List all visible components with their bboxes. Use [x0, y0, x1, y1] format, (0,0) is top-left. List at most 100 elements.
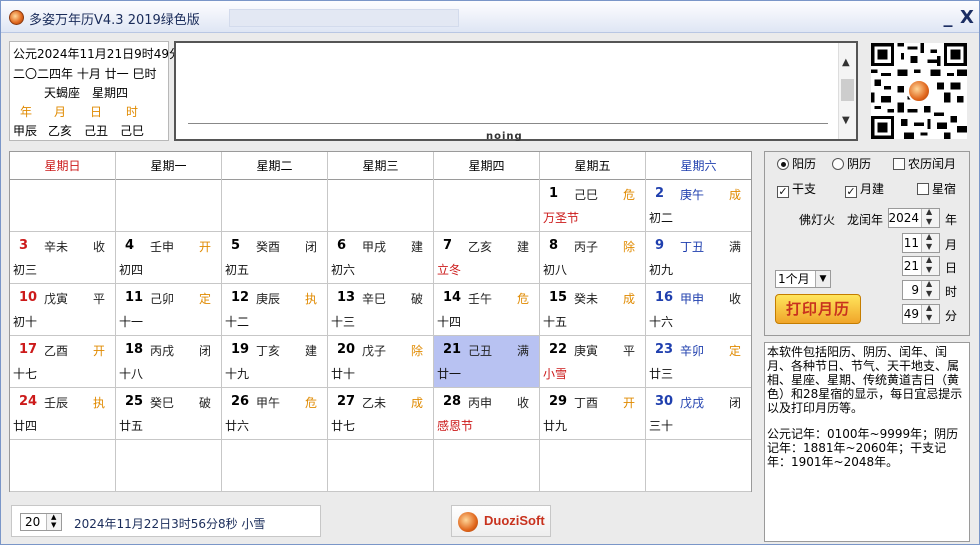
- spinner-arrows-icon[interactable]: ▲ ▼: [921, 303, 939, 323]
- scroll-up-icon[interactable]: ▲: [842, 57, 850, 68]
- day-ganzhi: 甲申: [680, 292, 705, 306]
- day-cell[interactable]: 26 甲午 危廿六: [222, 388, 328, 440]
- day-jianchu: 除: [622, 240, 635, 254]
- day-lunar-or-festival: 初六: [331, 263, 356, 277]
- day-cell[interactable]: 9 丁丑 满初九: [646, 232, 751, 284]
- print-calendar-button[interactable]: 打印月历: [775, 294, 861, 324]
- spinner-arrows-icon[interactable]: ▲ ▼: [921, 207, 939, 227]
- day-jianchu: 危: [622, 188, 635, 202]
- day-number: 17: [19, 342, 38, 357]
- ganzhi-checkbox[interactable]: ✓ 干支: [777, 180, 816, 198]
- day-lunar-or-festival: 初八: [543, 263, 568, 277]
- day-jianchu: 成: [728, 188, 741, 202]
- day-jianchu: 收: [728, 292, 741, 306]
- day-lunar-or-festival: 十六: [649, 315, 674, 329]
- day-cell[interactable]: 16 甲申 收十六: [646, 284, 751, 336]
- lunar-radio[interactable]: 阴历: [832, 155, 871, 172]
- day-jianchu: 破: [410, 292, 423, 306]
- day-jianchu: 平: [622, 344, 635, 358]
- lunar-leap-checkbox[interactable]: 农历闰月: [893, 155, 956, 172]
- day-cell[interactable]: 11 己卯 定十一: [116, 284, 222, 336]
- day-jianchu: 闭: [304, 240, 317, 254]
- stars-checkbox[interactable]: 星宿: [917, 180, 956, 197]
- day-number: 21: [443, 342, 462, 357]
- close-button[interactable]: X: [957, 7, 977, 29]
- day-cell[interactable]: 24 壬辰 执廿四: [10, 388, 116, 440]
- hour-spinner[interactable]: 9 ▲ ▼: [902, 279, 940, 300]
- day-cell[interactable]: 18 丙戌 闭十八: [116, 336, 222, 388]
- scroll-down-icon[interactable]: ▼: [842, 115, 850, 126]
- status-bar: 20 ▲ ▼ 2024年11月22日3时56分8秒 小雪: [11, 505, 321, 537]
- day-lunar-or-festival: 廿七: [331, 419, 356, 433]
- day-cell[interactable]: 2 庚午 成初二: [646, 180, 751, 232]
- day-lunar-or-festival: 初九: [649, 263, 674, 277]
- day-lunar-or-festival: 廿六: [225, 419, 250, 433]
- daily-note-textarea[interactable]: noing ▲ ▼: [174, 41, 858, 142]
- empty-day-cell: [222, 180, 328, 232]
- day-ganzhi: 丙子: [574, 240, 599, 254]
- day-cell[interactable]: 17 乙酉 开十七: [10, 336, 116, 388]
- day-cell[interactable]: 29 丁酉 开廿九: [540, 388, 646, 440]
- day-cell[interactable]: 20 戊子 除廿十: [328, 336, 434, 388]
- day-cell[interactable]: 25 癸巳 破廿五: [116, 388, 222, 440]
- day-cell[interactable]: 30 戊戌 闭三十: [646, 388, 751, 440]
- day-cell[interactable]: 7 乙亥 建立冬: [434, 232, 540, 284]
- solar-radio[interactable]: 阳历: [777, 155, 816, 172]
- day-cell[interactable]: 14 壬午 危十四: [434, 284, 540, 336]
- day-lunar-or-festival: 十八: [119, 367, 144, 381]
- spinner-arrows-icon[interactable]: ▲ ▼: [921, 232, 939, 252]
- day-cell[interactable]: 4 壬申 开初四: [116, 232, 222, 284]
- status-spinner[interactable]: 20 ▲ ▼: [20, 513, 62, 531]
- day-ganzhi: 辛卯: [680, 344, 705, 358]
- day-cell[interactable]: 28 丙申 收感恩节: [434, 388, 540, 440]
- day-ganzhi: 己丑: [468, 344, 493, 358]
- day-lunar-or-festival: 初五: [225, 263, 250, 277]
- year-spinner[interactable]: 2024 ▲ ▼: [888, 207, 940, 228]
- weekday-header-cell: 星期三: [328, 152, 434, 180]
- chevron-down-icon[interactable]: ▼: [815, 271, 830, 287]
- scroll-thumb[interactable]: [841, 79, 854, 101]
- day-cell[interactable]: 13 辛巳 破十三: [328, 284, 434, 336]
- day-cell[interactable]: 23 辛卯 定廿三: [646, 336, 751, 388]
- day-number: 24: [19, 394, 38, 409]
- day-cell[interactable]: 22 庚寅 平小雪: [540, 336, 646, 388]
- day-cell[interactable]: 12 庚辰 执十二: [222, 284, 328, 336]
- options-panel: 阳历 阴历 农历闰月 ✓ 干支 ✓ 月建 星宿 佛灯火 龙闰年 2024 ▲ ▼ 年 1…: [764, 151, 970, 336]
- day-jianchu: 除: [410, 344, 423, 358]
- day-number: 15: [549, 290, 568, 305]
- day-cell[interactable]: 5 癸酉 闭初五: [222, 232, 328, 284]
- day-cell[interactable]: 21 己丑 满廿一: [434, 336, 540, 388]
- month-build-checkbox[interactable]: ✓ 月建: [845, 180, 884, 198]
- day-lunar-or-festival: 廿三: [649, 367, 674, 381]
- spinner-arrows-icon[interactable]: ▲ ▼: [921, 279, 939, 299]
- minute-spinner[interactable]: 49 ▲ ▼: [902, 303, 940, 324]
- spinner-arrows-icon[interactable]: ▲ ▼: [921, 255, 939, 275]
- hour-unit: 时: [945, 285, 958, 299]
- day-unit: 日: [945, 261, 958, 275]
- spinner-arrows-icon[interactable]: ▲ ▼: [46, 513, 61, 530]
- minimize-button[interactable]: _: [939, 7, 957, 29]
- ganzhi-label-year: 年: [20, 105, 33, 119]
- day-cell[interactable]: 3 辛未 收初三: [10, 232, 116, 284]
- logo-icon: [458, 512, 478, 532]
- day-number: 26: [231, 394, 250, 409]
- day-cell[interactable]: 8 丙子 除初八: [540, 232, 646, 284]
- month-unit: 月: [945, 238, 958, 252]
- month-spinner[interactable]: 11 ▲ ▼: [902, 232, 940, 253]
- day-number: 28: [443, 394, 462, 409]
- day-cell[interactable]: 27 乙未 成廿七: [328, 388, 434, 440]
- day-cell[interactable]: 15 癸未 成十五: [540, 284, 646, 336]
- day-ganzhi: 庚辰: [256, 292, 281, 306]
- day-cell[interactable]: 19 丁亥 建十九: [222, 336, 328, 388]
- note-scrollbar[interactable]: ▲ ▼: [838, 43, 856, 139]
- day-ganzhi: 己卯: [150, 292, 175, 306]
- duozisoft-logo[interactable]: DuoziSoft: [451, 505, 551, 537]
- day-spinner[interactable]: 21 ▲ ▼: [902, 255, 940, 276]
- day-jianchu: 收: [516, 396, 529, 410]
- today-info-panel: 公元2024年11月21日9时49分 二〇二四年 十月 廿一 巳时 天蝎座 星期…: [9, 41, 181, 141]
- day-cell[interactable]: 6 甲戌 建初六: [328, 232, 434, 284]
- month-count-select[interactable]: 1个月 ▼: [775, 270, 831, 288]
- day-cell[interactable]: 10 戊寅 平初十: [10, 284, 116, 336]
- day-cell[interactable]: 1 己巳 危万圣节: [540, 180, 646, 232]
- title-bar[interactable]: 多姿万年历V4.3 2019绿色版 _ X: [1, 1, 979, 33]
